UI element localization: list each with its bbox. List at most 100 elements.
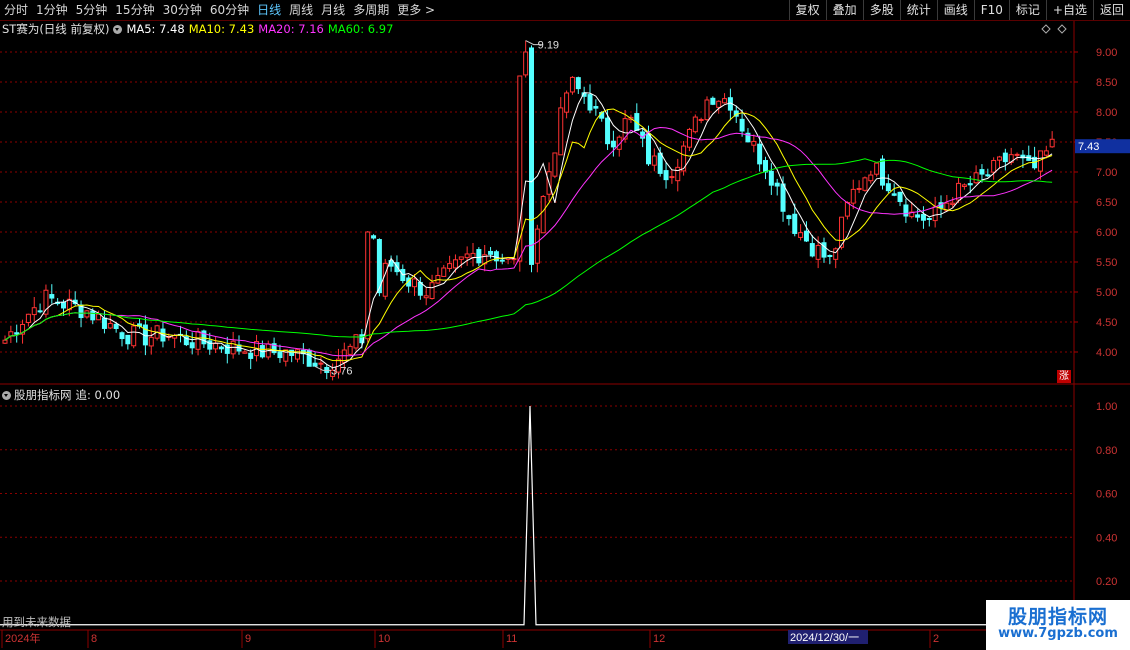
candle-body xyxy=(903,204,909,217)
candle-body xyxy=(148,336,154,347)
candle-body xyxy=(277,351,283,359)
candle-body xyxy=(815,244,821,260)
candle-body xyxy=(564,92,570,113)
candle-body xyxy=(540,195,546,234)
candle-body xyxy=(973,172,979,184)
sub-label: 1.00 xyxy=(1096,401,1117,413)
candle-body xyxy=(751,140,757,146)
candle-body xyxy=(382,262,388,297)
candle-body xyxy=(891,193,897,196)
candle-body xyxy=(195,331,201,350)
candle-body xyxy=(675,166,681,182)
candle-body xyxy=(722,98,728,104)
price-label: 4.50 xyxy=(1096,317,1117,329)
candle-body xyxy=(610,140,616,148)
signal-line xyxy=(0,405,1070,626)
date-label: 12 xyxy=(653,633,665,645)
candle-body xyxy=(37,310,43,313)
kline-chart[interactable]: 9.008.508.007.507.006.506.005.505.004.50… xyxy=(0,0,1130,650)
ma10-line xyxy=(4,108,1053,362)
candle-body xyxy=(950,202,956,206)
candle-body xyxy=(1043,150,1049,156)
candle-body xyxy=(768,170,774,186)
low-label: 3.76 xyxy=(331,365,352,377)
candle-body xyxy=(529,47,534,265)
candle-body xyxy=(757,143,763,165)
candle-body xyxy=(1049,138,1055,148)
candle-body xyxy=(1002,152,1008,163)
candle-body xyxy=(213,342,219,350)
candle-body xyxy=(43,289,49,315)
candle-body xyxy=(429,282,435,300)
candle-body xyxy=(295,349,300,360)
date-label: 11 xyxy=(506,633,517,645)
candle-body xyxy=(704,99,710,121)
candle-body xyxy=(8,331,14,337)
candle-body xyxy=(371,235,377,239)
candle-body xyxy=(897,191,903,203)
candle-body xyxy=(90,310,96,321)
candle-body xyxy=(131,325,137,347)
candle-body xyxy=(885,183,891,192)
candle-body xyxy=(417,281,423,296)
candle-body xyxy=(218,346,224,350)
candle-body xyxy=(534,228,540,264)
candle-body xyxy=(558,107,564,156)
candle-body xyxy=(423,295,429,299)
future-data-notice: 用到未来数据 xyxy=(2,615,71,629)
candle-body xyxy=(979,169,985,175)
candle-body xyxy=(189,342,195,349)
candle-body xyxy=(991,159,997,173)
candle-body xyxy=(318,362,324,365)
candle-body xyxy=(710,97,716,105)
candle-body xyxy=(464,253,470,259)
candle-body xyxy=(575,77,581,90)
candle-body xyxy=(458,256,464,260)
candle-body xyxy=(862,177,868,191)
candle-body xyxy=(242,351,248,354)
candle-body xyxy=(657,152,663,174)
price-label: 9.00 xyxy=(1096,47,1117,59)
candle-body xyxy=(920,213,926,221)
rise-icon[interactable]: 涨 xyxy=(1057,370,1071,383)
candle-body xyxy=(692,116,698,133)
ma5-line xyxy=(4,92,1053,369)
candle-body xyxy=(61,301,66,309)
price-label: 8.50 xyxy=(1096,77,1117,89)
candle-body xyxy=(792,213,798,234)
candle-body xyxy=(347,345,353,355)
candle-body xyxy=(488,250,494,255)
candle-body xyxy=(698,119,704,122)
candle-body xyxy=(605,117,611,145)
candle-body xyxy=(441,267,447,277)
price-label: 5.00 xyxy=(1096,287,1117,299)
candle-body xyxy=(289,349,295,356)
sub-label: 0.80 xyxy=(1096,445,1117,457)
price-label: 8.00 xyxy=(1096,107,1117,119)
high-label: 9.19 xyxy=(538,40,559,52)
candle-body xyxy=(31,307,37,316)
candle-body xyxy=(880,158,885,186)
candle-body xyxy=(985,174,991,177)
candle-body xyxy=(967,183,973,186)
sub-label: 0.60 xyxy=(1096,489,1117,501)
candle-body xyxy=(686,128,692,148)
candle-body xyxy=(827,254,833,257)
candle-body xyxy=(651,155,657,166)
candle-body xyxy=(101,317,107,329)
watermark-logo: 股朋指标网 www.7gpzb.com xyxy=(986,600,1130,650)
watermark-url: www.7gpzb.com xyxy=(998,626,1118,641)
candle-body xyxy=(113,323,119,330)
candle-body xyxy=(868,174,874,182)
candle-body xyxy=(915,214,921,218)
sub-label: 0.20 xyxy=(1096,576,1117,588)
candle-body xyxy=(803,230,809,242)
candle-body xyxy=(499,259,505,262)
candle-body xyxy=(932,206,938,222)
candle-body xyxy=(850,188,856,204)
candle-body xyxy=(599,112,605,119)
price-label: 6.00 xyxy=(1096,227,1117,239)
candle-body xyxy=(312,362,318,367)
candle-body xyxy=(523,51,529,76)
candle-body xyxy=(716,100,722,108)
